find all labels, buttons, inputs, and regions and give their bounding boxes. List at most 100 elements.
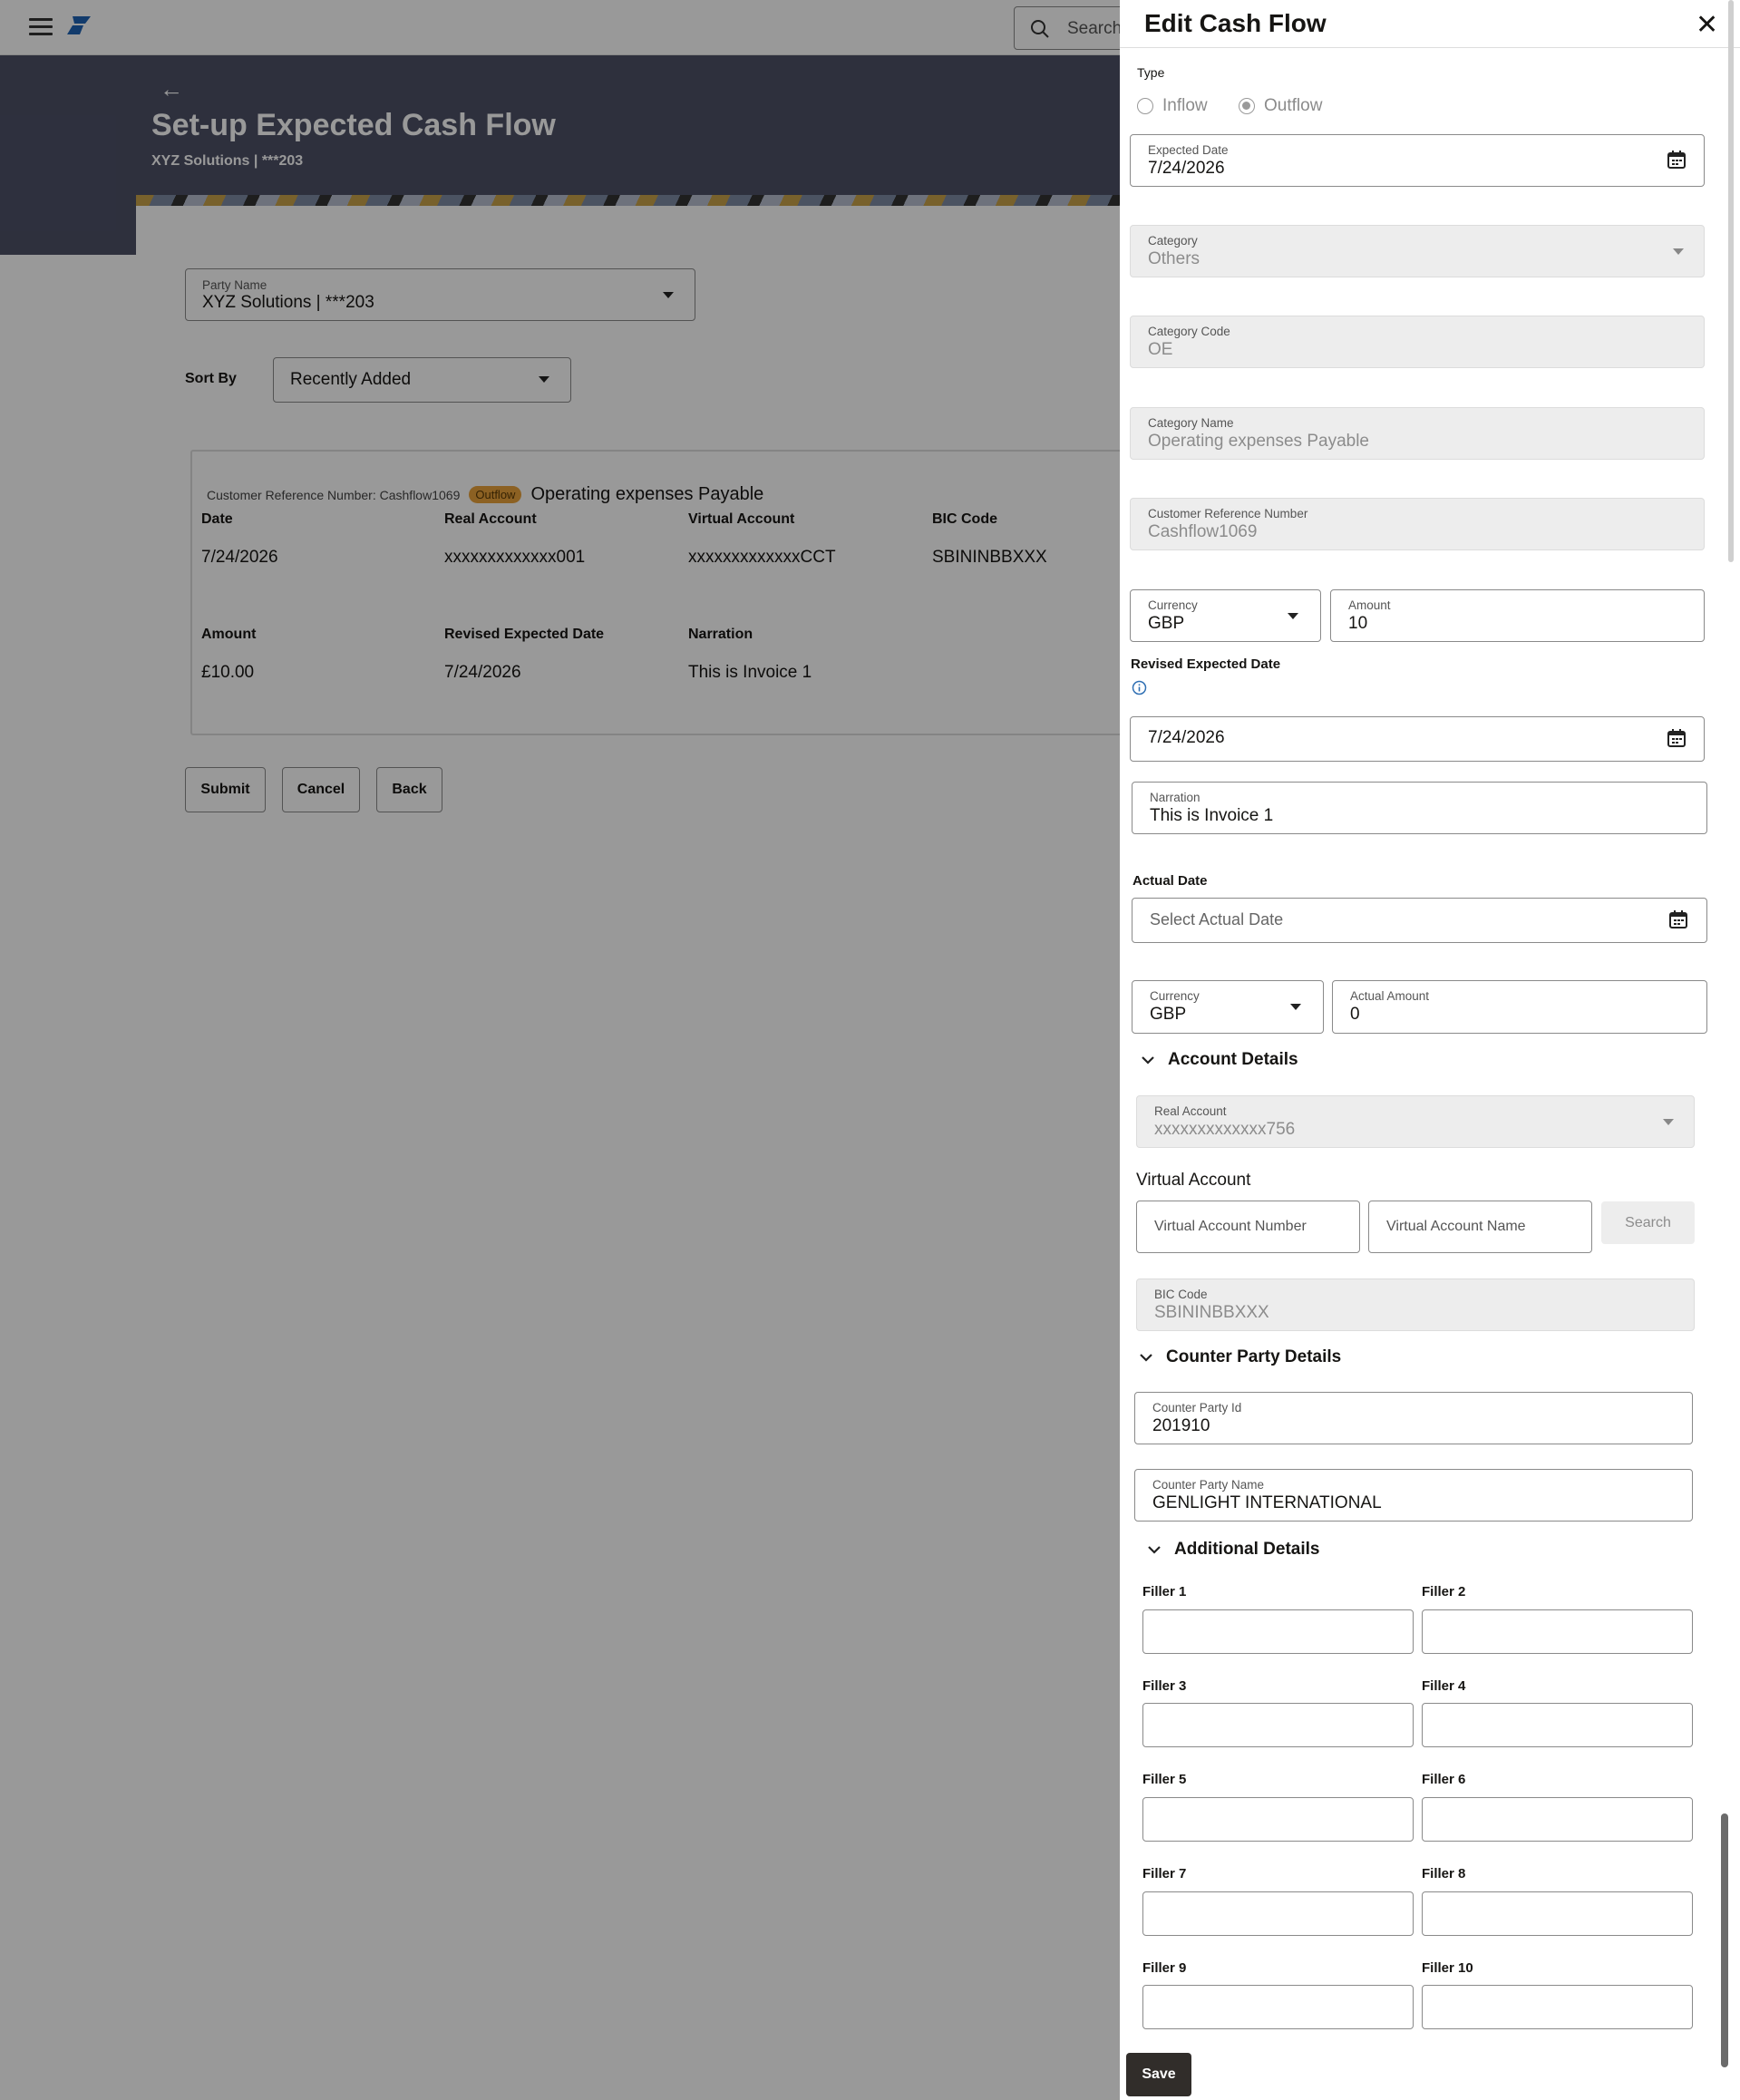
chevron-down-icon xyxy=(1140,1354,1152,1362)
expected-date-label: Expected Date xyxy=(1148,143,1229,157)
filler-7-input[interactable] xyxy=(1142,1891,1414,1936)
real-account-value: xxxxxxxxxxxxx756 xyxy=(1154,1120,1296,1139)
counter-party-heading: Counter Party Details xyxy=(1166,1347,1342,1366)
category-code-value: OE xyxy=(1148,340,1173,359)
additional-details-section-toggle[interactable]: Additional Details xyxy=(1147,1540,1319,1560)
narration-input[interactable]: Narration This is Invoice 1 xyxy=(1132,782,1707,834)
currency-label: Currency xyxy=(1148,598,1198,612)
radio-circle-icon xyxy=(1137,98,1153,114)
actual-currency-label: Currency xyxy=(1150,989,1200,1003)
search-button[interactable]: Search xyxy=(1601,1201,1695,1244)
counter-party-section-toggle[interactable]: Counter Party Details xyxy=(1139,1347,1341,1367)
drawer-scroll-track[interactable] xyxy=(1728,0,1734,562)
filler-1-label: Filler 1 xyxy=(1142,1584,1187,1599)
calendar-icon[interactable] xyxy=(1668,909,1688,929)
virtual-account-name-placeholder: Virtual Account Name xyxy=(1386,1219,1526,1234)
bic-code-field: BIC Code SBININBBXXX xyxy=(1136,1278,1695,1331)
filler-3-label: Filler 3 xyxy=(1142,1678,1187,1694)
counter-party-id-input[interactable]: Counter Party Id 201910 xyxy=(1134,1392,1693,1444)
amount-label: Amount xyxy=(1348,598,1391,612)
actual-amount-input[interactable]: Actual Amount 0 xyxy=(1332,980,1707,1034)
virtual-account-name-input[interactable]: Virtual Account Name xyxy=(1368,1201,1592,1253)
virtual-account-number-placeholder: Virtual Account Number xyxy=(1154,1219,1307,1234)
save-button[interactable]: Save xyxy=(1126,2053,1191,2096)
divider xyxy=(1120,47,1740,48)
category-code-field: Category Code OE xyxy=(1130,316,1705,368)
counter-party-id-value: 201910 xyxy=(1152,1416,1210,1435)
category-name-label: Category Name xyxy=(1148,416,1234,430)
amount-input[interactable]: Amount 10 xyxy=(1330,589,1705,642)
expected-date-value: 7/24/2026 xyxy=(1148,159,1225,178)
actual-currency-dropdown[interactable]: Currency GBP xyxy=(1132,980,1324,1034)
real-account-dropdown: Real Account xxxxxxxxxxxxx756 xyxy=(1136,1095,1695,1148)
filler-4-input[interactable] xyxy=(1422,1703,1693,1747)
chevron-down-icon xyxy=(1148,1546,1161,1554)
bic-code-value: SBININBBXXX xyxy=(1154,1303,1269,1322)
revised-date-label: Revised Expected Date xyxy=(1131,656,1281,672)
radio-selected-icon xyxy=(1239,98,1255,114)
outflow-radio[interactable]: Outflow xyxy=(1239,96,1322,116)
inflow-label: Inflow xyxy=(1162,96,1208,115)
filler-6-label: Filler 6 xyxy=(1422,1772,1466,1787)
bic-code-label: BIC Code xyxy=(1154,1288,1208,1301)
revised-date-value: 7/24/2026 xyxy=(1148,728,1225,747)
chevron-down-icon xyxy=(1288,613,1298,619)
actual-amount-value: 0 xyxy=(1350,1005,1360,1024)
category-code-label: Category Code xyxy=(1148,325,1230,338)
filler-6-input[interactable] xyxy=(1422,1797,1693,1842)
amount-value: 10 xyxy=(1348,614,1368,633)
actual-date-placeholder: Select Actual Date xyxy=(1150,910,1284,928)
chevron-down-icon xyxy=(1663,1119,1674,1125)
counter-party-name-label: Counter Party Name xyxy=(1152,1478,1265,1492)
counter-party-name-input[interactable]: Counter Party Name GENLIGHT INTERNATIONA… xyxy=(1134,1469,1693,1522)
revised-date-field[interactable]: 7/24/2026 xyxy=(1130,716,1705,762)
category-name-value: Operating expenses Payable xyxy=(1148,432,1369,451)
actual-currency-value: GBP xyxy=(1150,1005,1187,1024)
filler-5-input[interactable] xyxy=(1142,1797,1414,1842)
filler-3-input[interactable] xyxy=(1142,1703,1414,1747)
counter-party-id-label: Counter Party Id xyxy=(1152,1401,1242,1415)
customer-reference-value: Cashflow1069 xyxy=(1148,522,1258,541)
chevron-down-icon xyxy=(1142,1056,1154,1065)
narration-value: This is Invoice 1 xyxy=(1150,806,1274,825)
additional-details-heading: Additional Details xyxy=(1174,1540,1320,1559)
inflow-radio[interactable]: Inflow xyxy=(1137,96,1208,116)
category-name-field: Category Name Operating expenses Payable xyxy=(1130,407,1705,460)
filler-7-label: Filler 7 xyxy=(1142,1866,1187,1881)
chevron-down-icon xyxy=(1290,1004,1301,1010)
virtual-account-number-input[interactable]: Virtual Account Number xyxy=(1136,1201,1360,1253)
drawer-scrollbar-thumb[interactable] xyxy=(1721,1813,1728,2067)
type-label: Type xyxy=(1137,65,1165,80)
virtual-account-label: Virtual Account xyxy=(1136,1171,1251,1190)
chevron-down-icon xyxy=(1673,248,1684,255)
expected-date-field[interactable]: Expected Date 7/24/2026 xyxy=(1130,134,1705,187)
filler-1-input[interactable] xyxy=(1142,1609,1414,1654)
calendar-icon[interactable] xyxy=(1667,150,1687,170)
currency-value: GBP xyxy=(1148,614,1185,633)
actual-amount-label: Actual Amount xyxy=(1350,989,1430,1003)
narration-label: Narration xyxy=(1150,791,1201,804)
filler-9-input[interactable] xyxy=(1142,1985,1414,2029)
drawer-title: Edit Cash Flow xyxy=(1144,9,1327,37)
customer-reference-label: Customer Reference Number xyxy=(1148,507,1308,520)
filler-2-input[interactable] xyxy=(1422,1609,1693,1654)
account-details-heading: Account Details xyxy=(1168,1050,1298,1069)
actual-date-field[interactable]: Select Actual Date xyxy=(1132,898,1707,943)
customer-reference-field: Customer Reference Number Cashflow1069 xyxy=(1130,498,1705,550)
currency-dropdown[interactable]: Currency GBP xyxy=(1130,589,1321,642)
filler-5-label: Filler 5 xyxy=(1142,1772,1187,1787)
filler-10-label: Filler 10 xyxy=(1422,1960,1473,1976)
actual-date-label: Actual Date xyxy=(1132,873,1208,889)
real-account-label: Real Account xyxy=(1154,1104,1227,1118)
close-icon[interactable]: ✕ xyxy=(1696,9,1718,41)
filler-9-label: Filler 9 xyxy=(1142,1960,1187,1976)
outflow-label: Outflow xyxy=(1264,96,1323,115)
filler-8-label: Filler 8 xyxy=(1422,1866,1466,1881)
filler-4-label: Filler 4 xyxy=(1422,1678,1466,1694)
info-icon[interactable] xyxy=(1132,680,1147,695)
counter-party-name-value: GENLIGHT INTERNATIONAL xyxy=(1152,1493,1382,1512)
filler-8-input[interactable] xyxy=(1422,1891,1693,1936)
account-details-section-toggle[interactable]: Account Details xyxy=(1141,1050,1298,1070)
calendar-icon[interactable] xyxy=(1667,728,1687,748)
filler-10-input[interactable] xyxy=(1422,1985,1693,2029)
